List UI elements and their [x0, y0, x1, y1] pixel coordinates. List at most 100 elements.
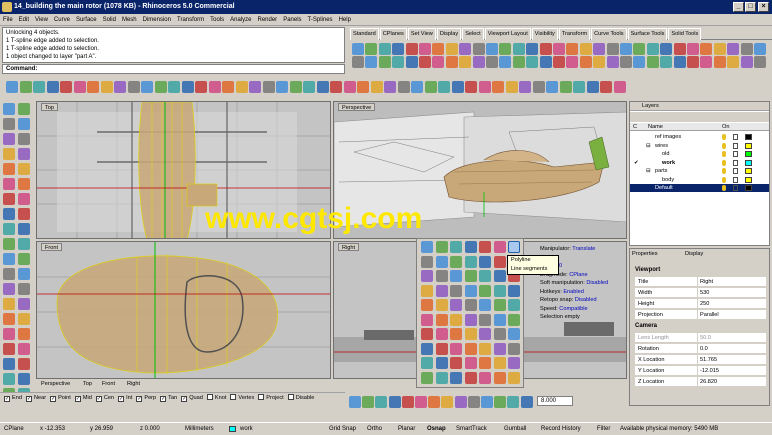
tspline-popup-tool-icon[interactable] — [464, 299, 477, 311]
toolbar-tool-icon[interactable] — [472, 43, 485, 55]
toolbar-tool-icon[interactable] — [727, 43, 740, 55]
osnap-perp[interactable]: ✓ Perp — [136, 393, 156, 404]
toolbar-tool-icon[interactable] — [459, 43, 472, 55]
tspline-tool-icon[interactable] — [276, 81, 288, 93]
main-tool-icon[interactable] — [3, 268, 15, 280]
property-row[interactable]: X Location 51.765 — [635, 355, 766, 365]
toolbar-tool-icon[interactable] — [539, 43, 552, 55]
lock-icon[interactable] — [733, 176, 738, 183]
toolbar-tool-icon[interactable] — [579, 43, 592, 55]
tspline-popup-tool-icon[interactable] — [464, 328, 477, 340]
main-tool-icon[interactable] — [18, 208, 30, 220]
tspline-tool-icon[interactable] — [195, 81, 207, 93]
tspline-popup-tool-icon[interactable] — [450, 313, 462, 326]
info-value[interactable]: Compatible — [559, 306, 587, 312]
tab-set-view[interactable]: Set View — [407, 28, 436, 40]
gumball-tool-icon[interactable] — [362, 396, 375, 408]
close-button[interactable]: × — [758, 2, 769, 12]
tspline-tool-icon[interactable] — [613, 81, 626, 93]
toolbar-tool-icon[interactable] — [740, 43, 753, 55]
lightbulb-icon[interactable] — [722, 159, 726, 166]
toolbar-tool-icon[interactable] — [727, 56, 740, 69]
toolbar-tool-icon[interactable] — [526, 43, 539, 55]
vp-tab-top[interactable]: Top — [83, 380, 92, 389]
tspline-tool-icon[interactable] — [384, 81, 396, 93]
tspline-popup-tool-icon[interactable] — [435, 342, 448, 355]
layer-color-swatch[interactable] — [745, 185, 752, 191]
tspline-tool-icon[interactable] — [60, 81, 72, 93]
main-tool-icon[interactable] — [18, 193, 30, 205]
toolbar-tool-icon[interactable] — [713, 56, 726, 69]
gumball-tool-icon[interactable] — [349, 396, 361, 408]
osnap-quad[interactable]: ✓ Quad — [181, 393, 203, 404]
layer-row[interactable]: ✔ work — [630, 159, 769, 167]
property-row[interactable]: Y Location -12.015 — [635, 366, 766, 376]
tspline-tool-icon[interactable] — [559, 81, 572, 93]
main-tool-icon[interactable] — [18, 298, 30, 310]
toolbar-tool-icon[interactable] — [352, 56, 364, 69]
property-row[interactable]: Height 250 — [635, 299, 766, 309]
tab-display[interactable]: Display — [436, 28, 462, 40]
tspline-tool-icon[interactable] — [370, 81, 383, 93]
tspline-popup-tool-icon[interactable] — [421, 328, 433, 340]
main-tool-icon[interactable] — [18, 373, 30, 385]
menu-view[interactable]: View — [32, 14, 51, 26]
gumball-tool-icon[interactable] — [454, 396, 467, 408]
tspline-tool-icon[interactable] — [46, 81, 59, 93]
layer-row[interactable]: ⊟ parts — [630, 167, 769, 175]
toggle-smarttrack[interactable]: SmartTrack — [456, 423, 487, 435]
main-tool-icon[interactable] — [18, 223, 30, 235]
menu-transform[interactable]: Transform — [174, 14, 207, 26]
tspline-popup-tool-icon[interactable] — [421, 299, 433, 311]
tspline-popup-tool-icon[interactable] — [493, 299, 506, 311]
main-tool-icon[interactable] — [3, 328, 15, 340]
tspline-popup-tool-icon[interactable] — [464, 284, 477, 297]
tspline-popup-tool-icon[interactable] — [479, 328, 491, 340]
toolbar-tool-icon[interactable] — [713, 43, 726, 55]
tspline-popup-tool-icon[interactable] — [421, 255, 433, 268]
toggle-osnap[interactable]: Osnap — [427, 423, 446, 435]
menu-tools[interactable]: Tools — [207, 14, 227, 26]
vp-tab-right[interactable]: Right — [127, 380, 140, 389]
gumball-tool-icon[interactable] — [401, 396, 414, 408]
toolbar-tool-icon[interactable] — [512, 43, 525, 55]
gumball-tool-icon[interactable] — [375, 396, 388, 408]
viewport-label-top[interactable]: Top — [41, 103, 59, 111]
lock-icon[interactable] — [733, 134, 738, 140]
checkbox-icon[interactable]: ✓ — [74, 396, 81, 402]
tspline-tool-icon[interactable] — [316, 81, 329, 93]
menu-surface[interactable]: Surface — [73, 14, 100, 26]
toolbar-tool-icon[interactable] — [754, 56, 766, 69]
lock-icon[interactable] — [733, 185, 738, 191]
toolbar-tool-icon[interactable] — [553, 43, 565, 55]
tspline-popup-tool-icon[interactable] — [450, 342, 462, 355]
tspline-popup-tool-icon[interactable] — [493, 328, 506, 340]
tspline-popup-tool-icon[interactable] — [479, 284, 491, 297]
toolbar-tool-icon[interactable] — [526, 56, 539, 69]
tspline-popup-tool-icon[interactable] — [508, 299, 520, 311]
tspline-popup-tool-icon[interactable] — [435, 299, 448, 311]
main-tool-icon[interactable] — [3, 193, 15, 205]
main-tool-icon[interactable] — [3, 313, 15, 325]
property-row[interactable]: Rotation 0.0 — [635, 344, 766, 354]
tspline-tool-icon[interactable] — [492, 81, 504, 93]
polyline-icon[interactable] — [508, 241, 520, 253]
info-value[interactable]: Enabled — [563, 289, 584, 295]
property-row[interactable]: Lens Length 50.0 — [635, 333, 766, 343]
toolbar-tool-icon[interactable] — [620, 43, 632, 55]
tspline-tool-icon[interactable] — [168, 81, 180, 93]
toolbar-tool-icon[interactable] — [352, 43, 364, 55]
main-tool-icon[interactable] — [3, 298, 15, 310]
checkbox-icon[interactable]: ✓ — [4, 396, 10, 402]
tspline-tool-icon[interactable] — [357, 81, 369, 93]
osnap-int[interactable]: ✓ Int — [118, 393, 132, 404]
menu-solid[interactable]: Solid — [100, 14, 119, 26]
toolbar-tool-icon[interactable] — [365, 43, 378, 55]
tspline-popup-tool-icon[interactable] — [450, 255, 462, 268]
main-tool-icon[interactable] — [3, 253, 15, 265]
tspline-popup-tool-icon[interactable] — [450, 299, 462, 311]
tspline-tool-icon[interactable] — [451, 81, 464, 93]
tspline-popup-tool-icon[interactable] — [421, 342, 433, 355]
toolbar-tool-icon[interactable] — [405, 43, 418, 55]
tspline-popup-tool-icon[interactable] — [450, 328, 462, 340]
